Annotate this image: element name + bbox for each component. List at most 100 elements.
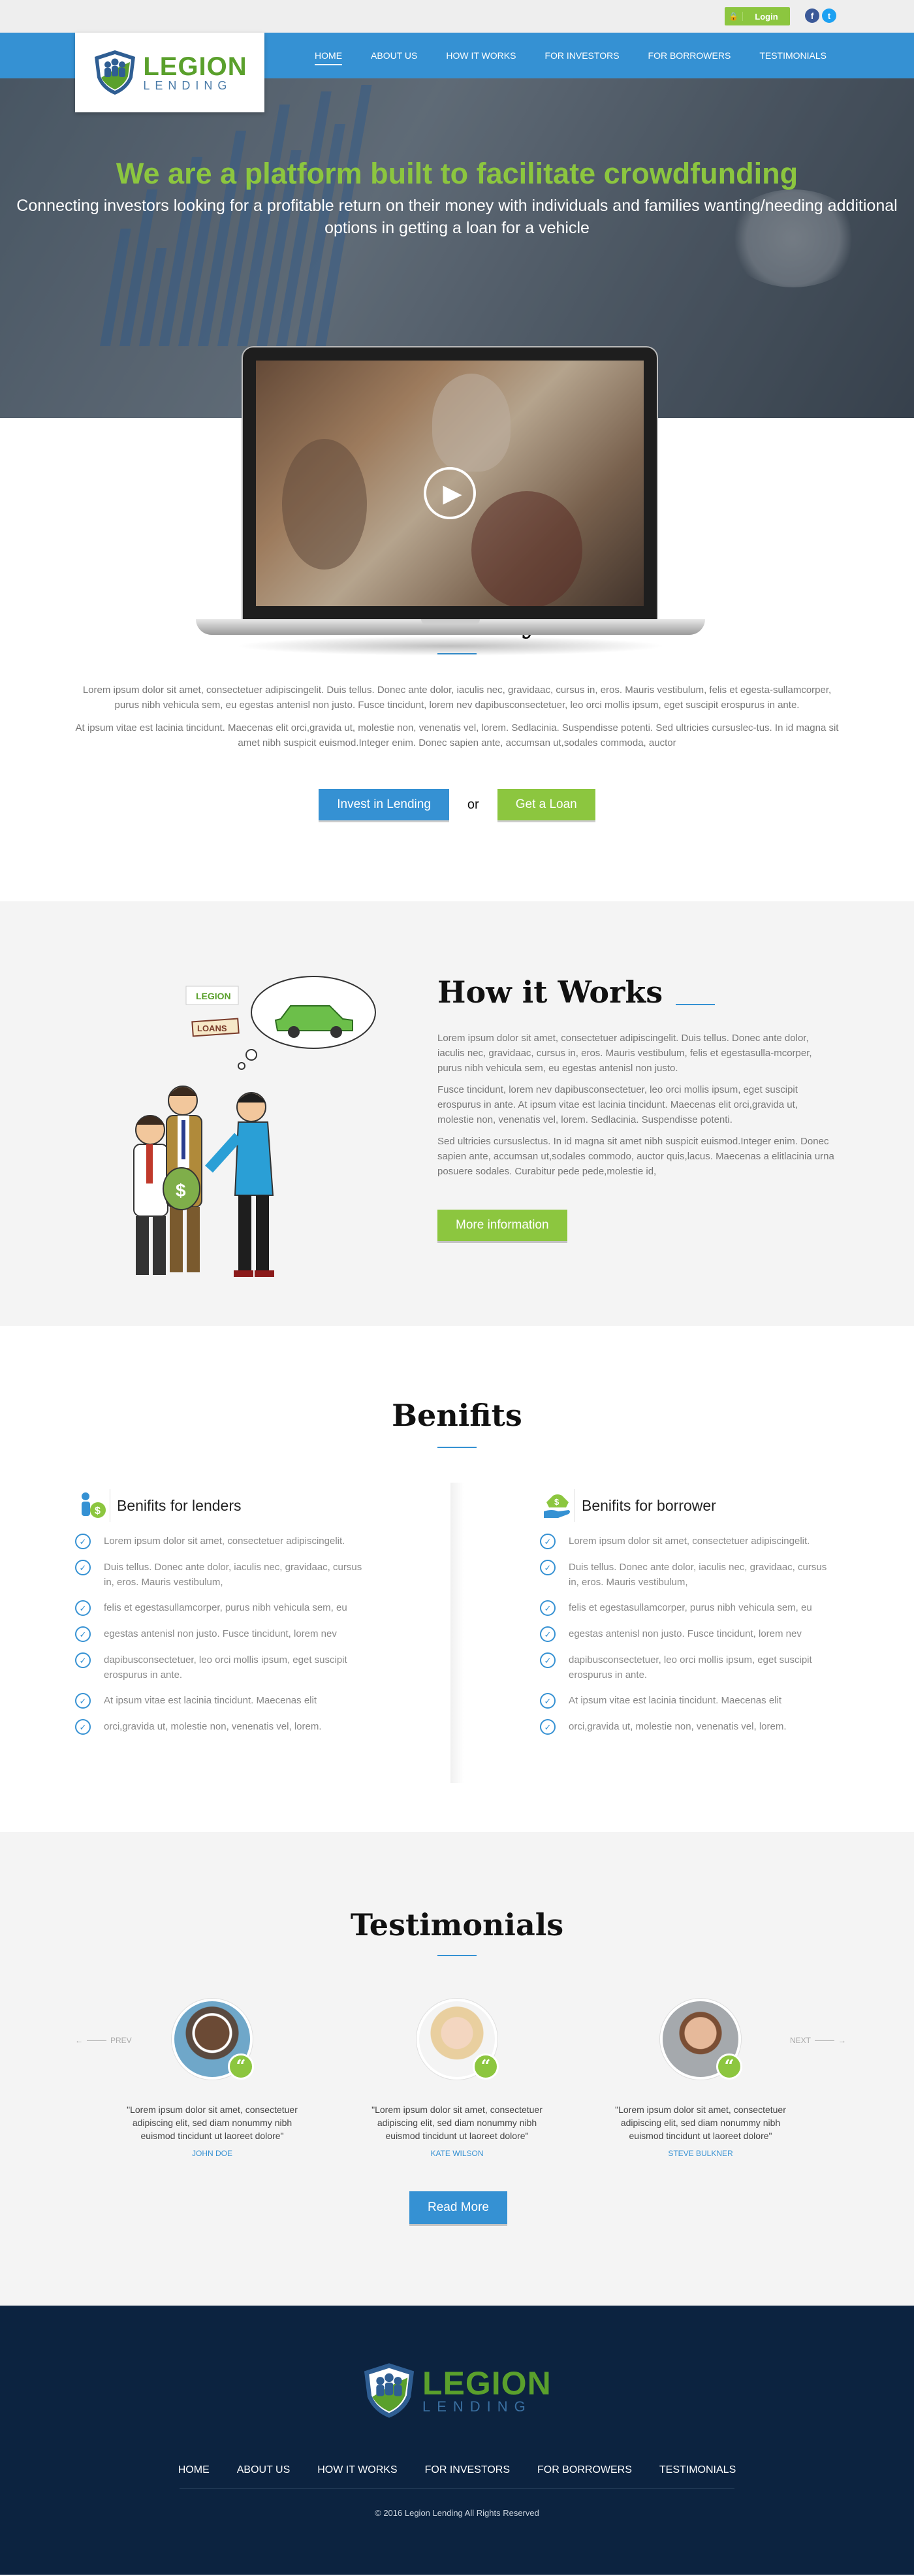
svg-text:$: $ bbox=[554, 1497, 559, 1507]
check-icon: ✓ bbox=[540, 1719, 556, 1735]
read-more-button[interactable]: Read More bbox=[409, 2191, 507, 2224]
list-item: ✓ felis et egestasullamcorper, purus nibh… bbox=[540, 1600, 879, 1616]
facebook-icon[interactable]: f bbox=[805, 8, 819, 23]
list-item: ✓ felis et egestasullamcorper, purus nibh… bbox=[75, 1600, 415, 1616]
testimonials-section: Testimonials ← PREV NEXT → “ "Lorem ipsu… bbox=[0, 1832, 914, 2306]
login-button[interactable]: 🔒 Login bbox=[725, 7, 790, 25]
borrowers-title: Benifits for borrower bbox=[582, 1496, 716, 1514]
nav-for-investors[interactable]: FOR INVESTORS bbox=[530, 33, 633, 78]
story-paragraph: At ipsum vitae est lacinia tincidunt. Ma… bbox=[75, 722, 839, 749]
check-icon: ✓ bbox=[75, 1560, 91, 1575]
list-item: ✓ At ipsum vitae est lacinia tincidunt. M… bbox=[540, 1693, 879, 1709]
story-actions: Invest in Lending or Get a Loan bbox=[0, 789, 914, 820]
testimonial-name: KATE WILSON bbox=[430, 2149, 484, 2158]
nav-how-it-works[interactable]: HOW IT WORKS bbox=[432, 33, 530, 78]
check-icon: ✓ bbox=[540, 1560, 556, 1575]
logo-line2: LENDING bbox=[143, 79, 232, 92]
check-icon: ✓ bbox=[75, 1600, 91, 1616]
nav-about-us[interactable]: ABOUT US bbox=[356, 33, 432, 78]
testimonial-name: JOHN DOE bbox=[191, 2149, 232, 2158]
invest-button[interactable]: Invest in Lending bbox=[319, 789, 449, 820]
check-icon: ✓ bbox=[540, 1693, 556, 1709]
get-loan-button[interactable]: Get a Loan bbox=[497, 789, 595, 820]
testimonial-card: “ "Lorem ipsum dolor sit amet, consectet… bbox=[359, 1999, 555, 2158]
lenders-benefits: $ Benifits for lenders ✓ Lorem ipsum dolo… bbox=[75, 1489, 415, 1745]
quote-icon: “ bbox=[716, 2053, 742, 2080]
list-item: ✓ egestas antenisl non justo. Fusce tinci… bbox=[540, 1626, 879, 1642]
twitter-icon[interactable]: t bbox=[822, 8, 836, 23]
check-icon: ✓ bbox=[75, 1626, 91, 1642]
check-icon: ✓ bbox=[75, 1719, 91, 1735]
footer-logo[interactable]: LEGION LENDING bbox=[361, 2361, 552, 2420]
lenders-title: Benifits for lenders bbox=[117, 1496, 242, 1514]
footer-nav-about-us[interactable]: ABOUT US bbox=[223, 2464, 304, 2476]
lender-money-icon: $ bbox=[75, 1489, 110, 1522]
list-item: ✓ dapibusconsectetuer, leo orci mollis ip… bbox=[540, 1652, 879, 1682]
avatar: “ bbox=[417, 1999, 499, 2080]
shield-logo-icon bbox=[95, 50, 136, 95]
footer-nav-testimonials[interactable]: TESTIMONIALS bbox=[646, 2464, 749, 2476]
check-icon: ✓ bbox=[75, 1693, 91, 1709]
benefits-section: Benifits $ Benifits for lenders ✓ Lorem i… bbox=[0, 1326, 914, 1832]
footer-nav-home[interactable]: HOME bbox=[165, 2464, 223, 2476]
footer-nav-for-investors[interactable]: FOR INVESTORS bbox=[411, 2464, 524, 2476]
list-item: ✓ dapibusconsectetuer, leo orci mollis ip… bbox=[75, 1652, 415, 1682]
hand-money-icon: $ bbox=[540, 1489, 575, 1522]
testimonial-card: “ "Lorem ipsum dolor sit amet, consectet… bbox=[603, 1999, 798, 2158]
illus-loans-sign: LOANS bbox=[197, 1023, 227, 1033]
footer-logo-line1: LEGION bbox=[422, 2365, 552, 2402]
title-underline bbox=[437, 1955, 477, 1956]
footer-nav-for-borrowers[interactable]: FOR BORROWERS bbox=[524, 2464, 646, 2476]
footer-nav-how-it-works[interactable]: HOW IT WORKS bbox=[304, 2464, 411, 2476]
svg-text:$: $ bbox=[176, 1180, 186, 1200]
testimonial-name: STEVE BULKNER bbox=[668, 2149, 733, 2158]
avatar: “ bbox=[660, 1999, 742, 2080]
avatar: “ bbox=[172, 1999, 254, 2080]
benefits-title: Benifits bbox=[392, 1398, 522, 1433]
play-icon[interactable]: ▶ bbox=[424, 467, 476, 519]
top-bar: 🔒 Login f t bbox=[0, 0, 914, 33]
site-logo[interactable]: LEGION LENDING bbox=[75, 33, 264, 112]
check-icon: ✓ bbox=[540, 1626, 556, 1642]
testimonial-quote: "Lorem ipsum dolor sit amet, consectetue… bbox=[371, 2104, 543, 2141]
more-information-button[interactable]: More information bbox=[437, 1210, 567, 1241]
quote-icon: “ bbox=[473, 2053, 499, 2080]
or-label: or bbox=[467, 797, 479, 812]
main-navbar: LEGION LENDING HOME ABOUT US HOW IT WORK… bbox=[0, 33, 914, 112]
list-item: ✓ At ipsum vitae est lacinia tincidunt. M… bbox=[75, 1693, 415, 1709]
list-item: ✓ orci,gravida ut, molestie non, venenati… bbox=[540, 1719, 879, 1735]
shield-logo-icon bbox=[364, 2363, 415, 2418]
social-links: f t bbox=[805, 8, 836, 23]
list-item: ✓ Lorem ipsum dolor sit amet, consectetue… bbox=[75, 1534, 415, 1549]
title-underline bbox=[437, 1447, 477, 1448]
video-laptop: ▶ bbox=[196, 346, 705, 656]
list-item: ✓ Lorem ipsum dolor sit amet, consectetue… bbox=[540, 1534, 879, 1549]
footer-logo-line2: LENDING bbox=[422, 2398, 532, 2415]
how-paragraph: Fusce tincidunt, lorem nev dapibusconsec… bbox=[437, 1084, 798, 1125]
borrowers-benefits: $ Benifits for borrower ✓ Lorem ipsum dol… bbox=[540, 1489, 879, 1745]
nav-home[interactable]: HOME bbox=[300, 33, 356, 78]
story-paragraph: Lorem ipsum dolor sit amet, consectetuer… bbox=[82, 684, 832, 711]
footer-nav: HOME ABOUT US HOW IT WORKS FOR INVESTORS… bbox=[0, 2464, 914, 2476]
quote-icon: “ bbox=[228, 2053, 254, 2080]
testimonials-title: Testimonials bbox=[350, 1907, 564, 1942]
our-story-section: ▶ Our Story Lorem ipsum dolor sit amet, … bbox=[0, 346, 914, 901]
check-icon: ✓ bbox=[540, 1652, 556, 1668]
site-footer: LEGION LENDING HOME ABOUT US HOW IT WORK… bbox=[0, 2306, 914, 2575]
title-underline bbox=[676, 1004, 715, 1005]
arrow-right-icon: → bbox=[838, 2036, 847, 2045]
video-screen[interactable]: ▶ bbox=[256, 361, 644, 606]
svg-text:$: $ bbox=[95, 1505, 101, 1517]
testimonial-card: “ "Lorem ipsum dolor sit amet, consectet… bbox=[114, 1999, 310, 2158]
check-icon: ✓ bbox=[540, 1534, 556, 1549]
list-item: ✓ Duis tellus. Donec ante dolor, iaculis … bbox=[75, 1560, 415, 1590]
check-icon: ✓ bbox=[540, 1600, 556, 1616]
how-title: How it Works bbox=[437, 974, 663, 1010]
nav-testimonials[interactable]: TESTIMONIALS bbox=[745, 33, 841, 78]
check-icon: ✓ bbox=[75, 1652, 91, 1668]
hero-subtitle: Connecting investors looking for a profi… bbox=[16, 197, 898, 237]
check-icon: ✓ bbox=[75, 1534, 91, 1549]
nav-for-borrowers[interactable]: FOR BORROWERS bbox=[634, 33, 746, 78]
list-item: ✓ orci,gravida ut, molestie non, venenati… bbox=[75, 1719, 415, 1735]
how-paragraph: Sed ultricies cursuslectus. In id magna … bbox=[437, 1136, 834, 1177]
